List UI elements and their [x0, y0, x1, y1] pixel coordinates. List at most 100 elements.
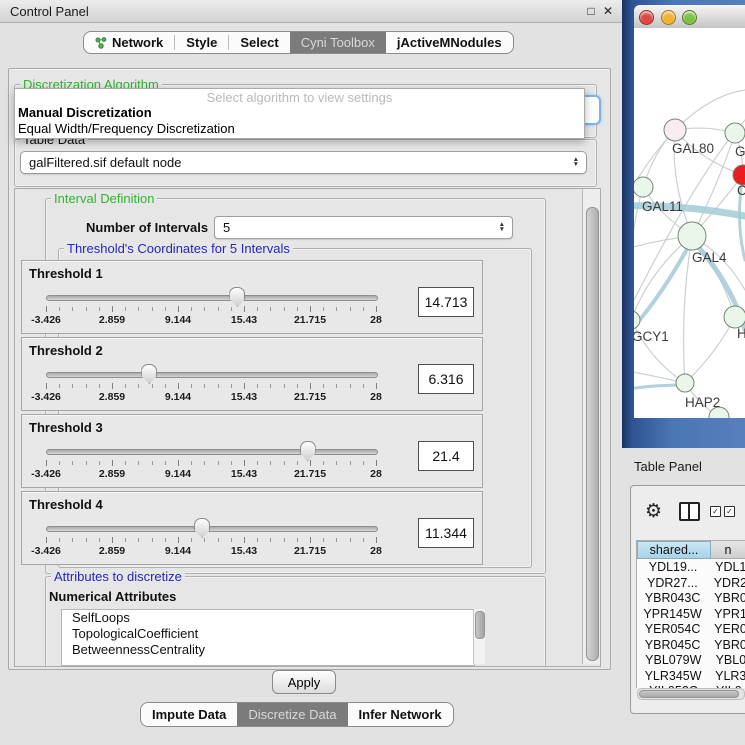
table-row[interactable]: YPR145WYPR1	[637, 607, 745, 623]
cell-name: YBR0	[708, 638, 745, 654]
attributes-list-scrollbar[interactable]	[473, 609, 485, 664]
column-header-name[interactable]: n	[711, 541, 745, 559]
slider-track[interactable]	[46, 449, 378, 455]
slider-track[interactable]	[46, 372, 378, 378]
network-node[interactable]	[664, 119, 686, 141]
mac-zoom-button[interactable]	[682, 10, 697, 25]
slider-tick-labels: -3.4262.8599.14415.4321.71528	[46, 391, 376, 403]
settings-scrollpane: Interval Definition Number of Intervals …	[14, 188, 601, 667]
combo-spinner-icon: ▲▼	[499, 223, 505, 232]
network-node[interactable]	[634, 177, 653, 197]
slider-thumb[interactable]	[300, 441, 316, 461]
settings-vertical-scrollbar[interactable]	[582, 189, 600, 664]
network-canvas[interactable]: GAL80GACGAL11GAL4GCY1HHAP2	[634, 28, 745, 418]
tab-infer-network[interactable]: Infer Network	[348, 703, 453, 726]
network-node[interactable]	[724, 306, 745, 328]
cell-shared-name: YBR043C	[637, 591, 708, 607]
network-edge	[685, 317, 735, 383]
cell-name: YLR3	[709, 669, 745, 685]
float-window-icon[interactable]: □	[584, 4, 598, 18]
network-node[interactable]	[725, 123, 745, 143]
threshold-slider[interactable]: -3.4262.8599.14415.4321.71528	[46, 445, 376, 483]
threshold-panel-1: Threshold 1-3.4262.8599.14415.4321.71528…	[21, 260, 483, 334]
tab-label: jActiveMNodules	[397, 35, 502, 50]
tab-cyni-toolbox[interactable]: Cyni Toolbox	[290, 32, 386, 53]
slider-track[interactable]	[46, 526, 378, 532]
slider-thumb[interactable]	[141, 364, 157, 384]
tab-style[interactable]: Style	[175, 32, 228, 53]
algorithm-option-manual[interactable]: Manual Discretization	[15, 105, 584, 121]
table-row[interactable]: YBR043CYBR0	[637, 591, 745, 607]
table-row[interactable]: YDR27...YDR2	[637, 576, 745, 592]
table-row[interactable]: YBL079WYBL0	[637, 653, 745, 669]
table-panel-title: Table Panel	[634, 459, 702, 474]
algorithm-option-equal-width[interactable]: Equal Width/Frequency Discretization	[15, 121, 584, 137]
tab-select[interactable]: Select	[229, 32, 289, 53]
slider-ticks	[46, 537, 376, 544]
attribute-list-item[interactable]: BetweennessCentrality	[62, 642, 474, 658]
cell-name: YER0	[708, 622, 745, 638]
gear-icon[interactable]: ⚙	[645, 500, 662, 523]
network-node[interactable]	[676, 374, 694, 392]
threshold-value-field[interactable]: 11.344	[418, 518, 474, 548]
screen: Control Panel □ ✕ NetworkStyleSelectCyni…	[0, 0, 745, 745]
network-node[interactable]	[634, 311, 640, 329]
threshold-label: Threshold 3	[29, 420, 103, 435]
threshold-value-field[interactable]: 14.713	[418, 287, 474, 317]
table-row[interactable]: YDL19...YDL1	[637, 560, 745, 576]
mac-close-button[interactable]	[639, 10, 654, 25]
numerical-attributes-list[interactable]: SelfLoopsTopologicalCoefficientBetweenne…	[61, 609, 475, 666]
network-window: GAL80GACGAL11GAL4GCY1HHAP2	[634, 5, 745, 418]
cell-shared-name: YBL079W	[637, 653, 710, 669]
cell-shared-name: YER054C	[637, 622, 708, 638]
threshold-value-field[interactable]: 21.4	[418, 441, 474, 471]
number-of-intervals-label: Number of Intervals	[86, 220, 208, 235]
tab-network[interactable]: Network	[84, 32, 174, 53]
node-label: H	[737, 326, 745, 341]
network-edge	[684, 236, 692, 383]
control-panel-titlebar: Control Panel □ ✕	[0, 0, 622, 23]
tab-label: Infer Network	[359, 707, 442, 722]
table-row[interactable]: YLR345WYLR3	[637, 669, 745, 685]
cell-shared-name: YPR145W	[637, 607, 708, 623]
column-view-icon[interactable]	[679, 502, 700, 521]
threshold-slider[interactable]: -3.4262.8599.14415.4321.71528	[46, 291, 376, 329]
threshold-slider[interactable]: -3.4262.8599.14415.4321.71528	[46, 522, 376, 560]
slider-tick-labels: -3.4262.8599.14415.4321.71528	[46, 314, 376, 326]
slider-thumb[interactable]	[194, 518, 210, 538]
apply-button[interactable]: Apply	[272, 670, 336, 694]
network-node[interactable]	[733, 165, 745, 185]
slider-ticks	[46, 383, 376, 390]
number-of-intervals-combo[interactable]: 5 ▲▼	[214, 216, 513, 239]
attribute-list-item[interactable]: SelfLoops	[62, 610, 474, 626]
cell-shared-name: YDR27...	[637, 576, 708, 592]
panel-title: Control Panel	[10, 4, 89, 19]
cell-shared-name: YDL19...	[637, 560, 709, 576]
table-horizontal-scrollbar[interactable]	[637, 688, 745, 700]
slider-thumb[interactable]	[229, 287, 245, 307]
checkbox-icon[interactable]: ✓	[710, 506, 721, 517]
mac-minimize-button[interactable]	[661, 10, 676, 25]
slider-track[interactable]	[46, 295, 378, 301]
table-row[interactable]: YBR045CYBR0	[637, 638, 745, 654]
threshold-label: Threshold 2	[29, 343, 103, 358]
slider-ticks	[46, 306, 376, 313]
slider-tick-labels: -3.4262.8599.14415.4321.71528	[46, 468, 376, 480]
checkbox-icon[interactable]: ✓	[724, 506, 735, 517]
tab-jactivemnodules[interactable]: jActiveMNodules	[386, 32, 513, 53]
node-label: HAP2	[685, 395, 720, 410]
threshold-slider[interactable]: -3.4262.8599.14415.4321.71528	[46, 368, 376, 406]
node-label: GAL11	[642, 199, 683, 214]
attribute-list-item[interactable]: TopologicalCoefficient	[62, 626, 474, 642]
close-icon[interactable]: ✕	[601, 4, 615, 18]
attributes-group-title: Attributes to discretize	[51, 569, 185, 584]
algorithm-hint: Select algorithm to view settings	[15, 89, 584, 105]
network-node[interactable]	[678, 222, 706, 250]
column-header-shared-name[interactable]: shared...	[637, 541, 711, 559]
table-data-combo[interactable]: galFiltered.sif default node ▲▼	[20, 151, 587, 174]
threshold-panel-2: Threshold 2 -3.4262.8599.14415.4321.71528…	[21, 337, 483, 411]
tab-impute-data[interactable]: Impute Data	[141, 703, 237, 726]
table-row[interactable]: YER054CYER0	[637, 622, 745, 638]
tab-discretize-data[interactable]: Discretize Data	[237, 703, 347, 726]
threshold-value-field[interactable]: 6.316	[418, 364, 474, 394]
